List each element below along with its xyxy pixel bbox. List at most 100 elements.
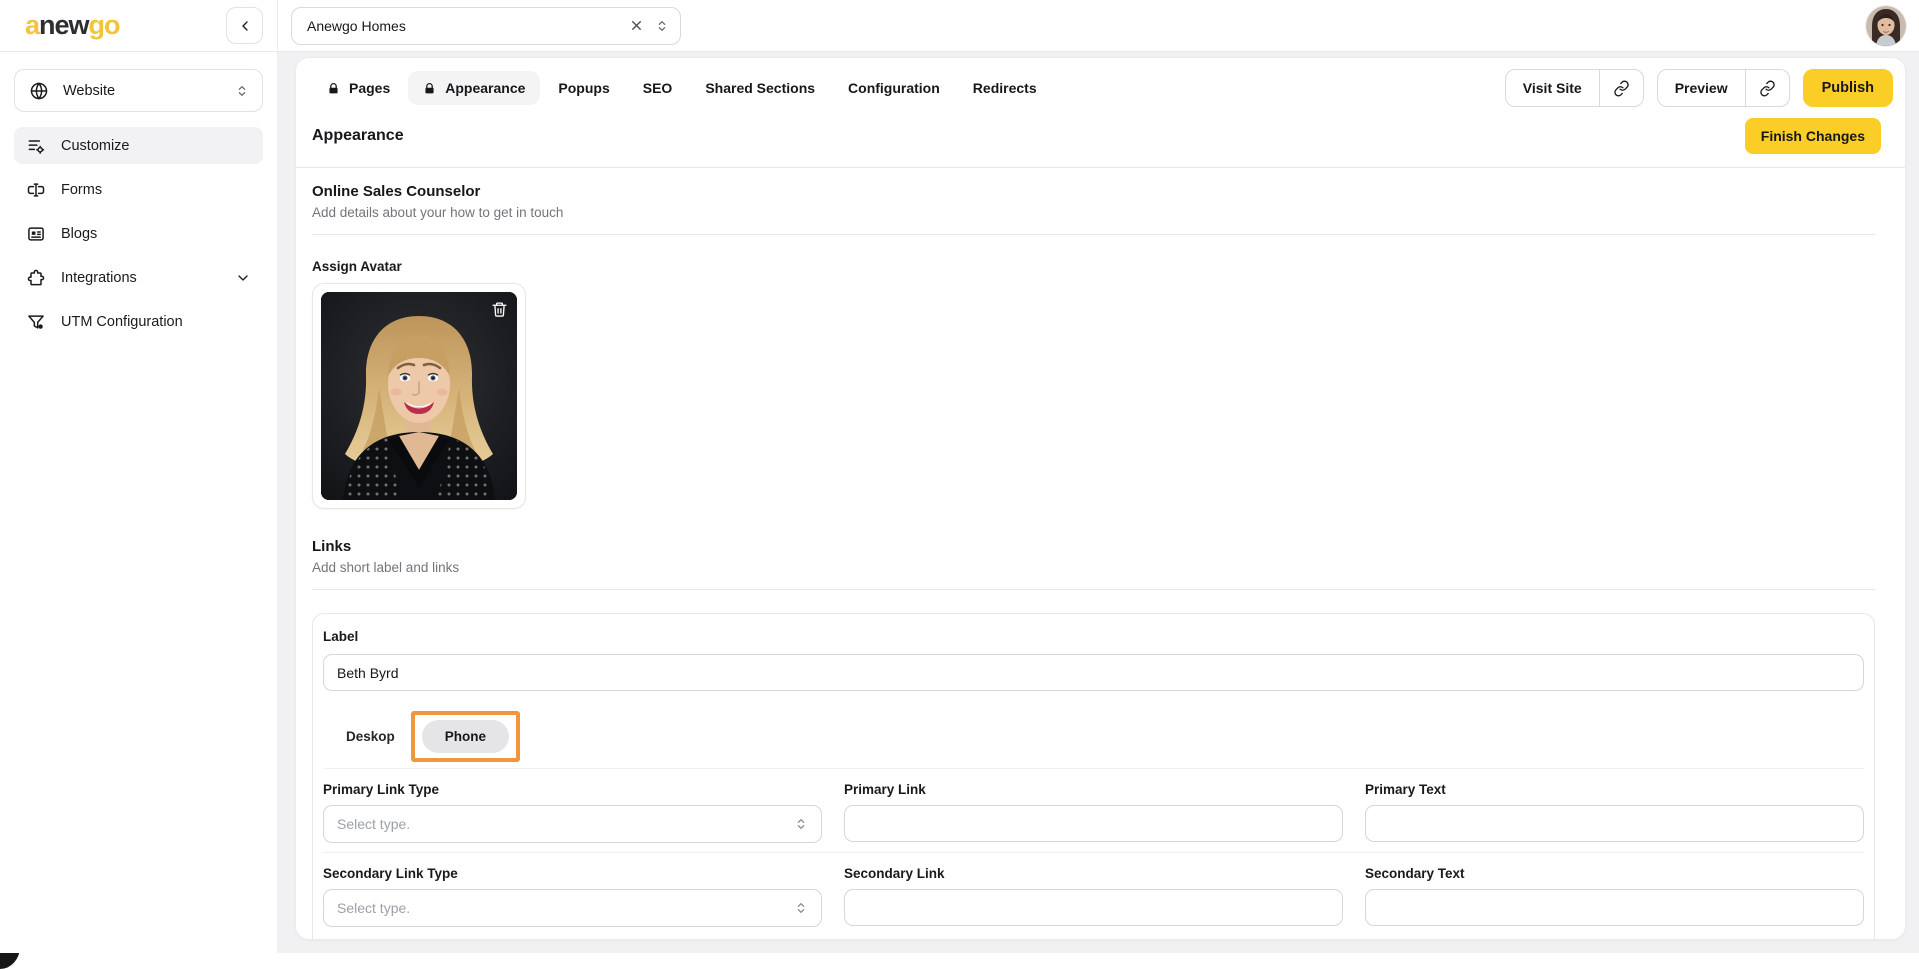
- primary-link-type-group: Primary Link Type Select type.: [323, 782, 822, 843]
- label-input[interactable]: [323, 654, 1864, 691]
- tab-label: Pages: [349, 80, 391, 96]
- publish-button[interactable]: Publish: [1802, 69, 1893, 107]
- anewgo-logo: anewgo: [25, 10, 121, 40]
- user-avatar[interactable]: [1866, 5, 1906, 46]
- assign-avatar-block: Assign Avatar: [312, 259, 1875, 509]
- logo-part: go: [88, 10, 121, 40]
- secondary-text-input[interactable]: [1365, 889, 1864, 926]
- tab-label: Configuration: [848, 80, 940, 96]
- device-toggle-phone[interactable]: Phone: [421, 719, 510, 753]
- device-toggle-phone-wrap: Phone: [410, 710, 521, 762]
- site-select-value: Anewgo Homes: [307, 17, 406, 34]
- tabs: Pages Appearance Popups SEO Shared Secti…: [312, 71, 1052, 105]
- assign-avatar-label: Assign Avatar: [312, 259, 402, 274]
- secondary-link-group: Secondary Link: [844, 866, 1343, 927]
- topbar: Anewgo Homes: [278, 0, 1919, 52]
- section-title: Online Sales Counselor: [312, 183, 481, 200]
- chevron-up-down-icon: [654, 18, 670, 34]
- sidebar-header: anewgo: [0, 0, 277, 52]
- tab-label: Appearance: [445, 80, 526, 96]
- chevron-up-down-icon: [793, 816, 809, 832]
- tab-row: Pages Appearance Popups SEO Shared Secti…: [296, 58, 1905, 107]
- chevron-up-down-icon: [793, 900, 809, 916]
- globe-icon: [29, 81, 49, 101]
- sidebar: anewgo Website Customize Forms Blogs Int…: [0, 0, 278, 953]
- site-select[interactable]: Anewgo Homes: [291, 6, 681, 45]
- visit-site-link-button[interactable]: [1600, 70, 1643, 106]
- sidebar-item-utm-configuration[interactable]: UTM Configuration: [14, 303, 263, 340]
- primary-link-type-select[interactable]: Select type.: [323, 805, 822, 843]
- page-title: Appearance: [312, 127, 404, 144]
- section-subtitle: Add details about your how to get in tou…: [312, 205, 564, 220]
- sidebar-item-label: Blogs: [61, 225, 98, 242]
- section-title: Links: [312, 538, 352, 555]
- sidebar-collapse-button[interactable]: [226, 7, 263, 44]
- primary-text-input[interactable]: [1365, 805, 1864, 842]
- tab-appearance[interactable]: Appearance: [408, 71, 541, 105]
- tab-pages[interactable]: Pages: [312, 71, 405, 105]
- primary-text-label: Primary Text: [1365, 782, 1446, 797]
- sidebar-item-forms[interactable]: Forms: [14, 171, 263, 208]
- device-toggle-desktop[interactable]: Deskop: [346, 729, 395, 744]
- secondary-fields-row: Secondary Link Type Select type. Seconda…: [323, 853, 1864, 936]
- secondary-link-input[interactable]: [844, 889, 1343, 926]
- tab-configuration[interactable]: Configuration: [833, 71, 955, 105]
- sidebar-item-blogs[interactable]: Blogs: [14, 215, 263, 252]
- links-form-card: Label Deskop Phone Primary Link Typ: [312, 613, 1875, 939]
- sidebar-item-customize[interactable]: Customize: [14, 127, 263, 164]
- newspaper-icon: [26, 224, 46, 244]
- section-subtitle: Add short label and links: [312, 560, 460, 575]
- secondary-link-type-group: Secondary Link Type Select type.: [323, 866, 822, 927]
- device-toggle: Deskop Phone: [323, 704, 1864, 768]
- select-placeholder: Select type.: [337, 900, 411, 916]
- tab-popups[interactable]: Popups: [543, 71, 624, 105]
- workspace: Pages Appearance Popups SEO Shared Secti…: [278, 52, 1919, 953]
- primary-link-label: Primary Link: [844, 782, 926, 797]
- section-divider: [312, 234, 1875, 235]
- osc-section-header: Online Sales Counselor Add details about…: [312, 183, 1875, 235]
- preview-button[interactable]: Preview: [1658, 70, 1745, 106]
- preview-button-group: Preview: [1656, 69, 1790, 107]
- main-area: Anewgo Homes Pages Appearance Popups SEO…: [278, 0, 1919, 953]
- sidebar-item-integrations[interactable]: Integrations: [14, 259, 263, 296]
- tab-label: Shared Sections: [705, 80, 816, 96]
- preview-link-button[interactable]: [1746, 70, 1789, 106]
- link-icon: [1759, 80, 1776, 97]
- logo-part: new: [39, 10, 90, 40]
- tab-shared-sections[interactable]: Shared Sections: [690, 71, 830, 105]
- links-section-header: Links Add short label and links: [312, 538, 1875, 590]
- form-input-icon: [26, 180, 46, 200]
- sidebar-item-label: Forms: [61, 181, 103, 198]
- primary-text-group: Primary Text: [1365, 782, 1864, 843]
- tab-label: Redirects: [972, 80, 1037, 96]
- sidebar-body: Website Customize Forms Blogs Integratio…: [0, 52, 277, 357]
- sidebar-item-label: UTM Configuration: [61, 313, 183, 330]
- sidebar-item-label: Customize: [61, 137, 130, 154]
- primary-link-type-label: Primary Link Type: [323, 782, 440, 797]
- clear-icon[interactable]: [629, 18, 644, 33]
- finish-changes-button[interactable]: Finish Changes: [1744, 118, 1881, 154]
- secondary-link-type-label: Secondary Link Type: [323, 866, 458, 881]
- logo-part: a: [25, 10, 40, 40]
- sidebar-nav: Customize Forms Blogs Integrations UTM C…: [14, 127, 263, 340]
- secondary-link-type-select[interactable]: Select type.: [323, 889, 822, 927]
- section-divider: [312, 589, 1875, 590]
- trash-icon[interactable]: [491, 301, 508, 318]
- page-content: Online Sales Counselor Add details about…: [296, 168, 1905, 939]
- tab-seo[interactable]: SEO: [628, 71, 688, 105]
- website-select[interactable]: Website: [14, 69, 263, 112]
- avatar-photo: [321, 292, 517, 500]
- visit-site-button[interactable]: Visit Site: [1506, 70, 1599, 106]
- visit-site-button-group: Visit Site: [1504, 69, 1644, 107]
- website-select-label: Website: [63, 82, 116, 99]
- lock-icon: [423, 82, 436, 95]
- lock-icon: [327, 82, 340, 95]
- tab-redirects[interactable]: Redirects: [958, 71, 1052, 105]
- avatar-card[interactable]: [312, 283, 526, 509]
- secondary-text-label: Secondary Text: [1365, 866, 1465, 881]
- content-panel: Pages Appearance Popups SEO Shared Secti…: [295, 57, 1906, 940]
- secondary-link-label: Secondary Link: [844, 866, 945, 881]
- puzzle-icon: [26, 268, 46, 288]
- primary-fields-row: Primary Link Type Select type. Primary L…: [323, 769, 1864, 852]
- primary-link-input[interactable]: [844, 805, 1343, 842]
